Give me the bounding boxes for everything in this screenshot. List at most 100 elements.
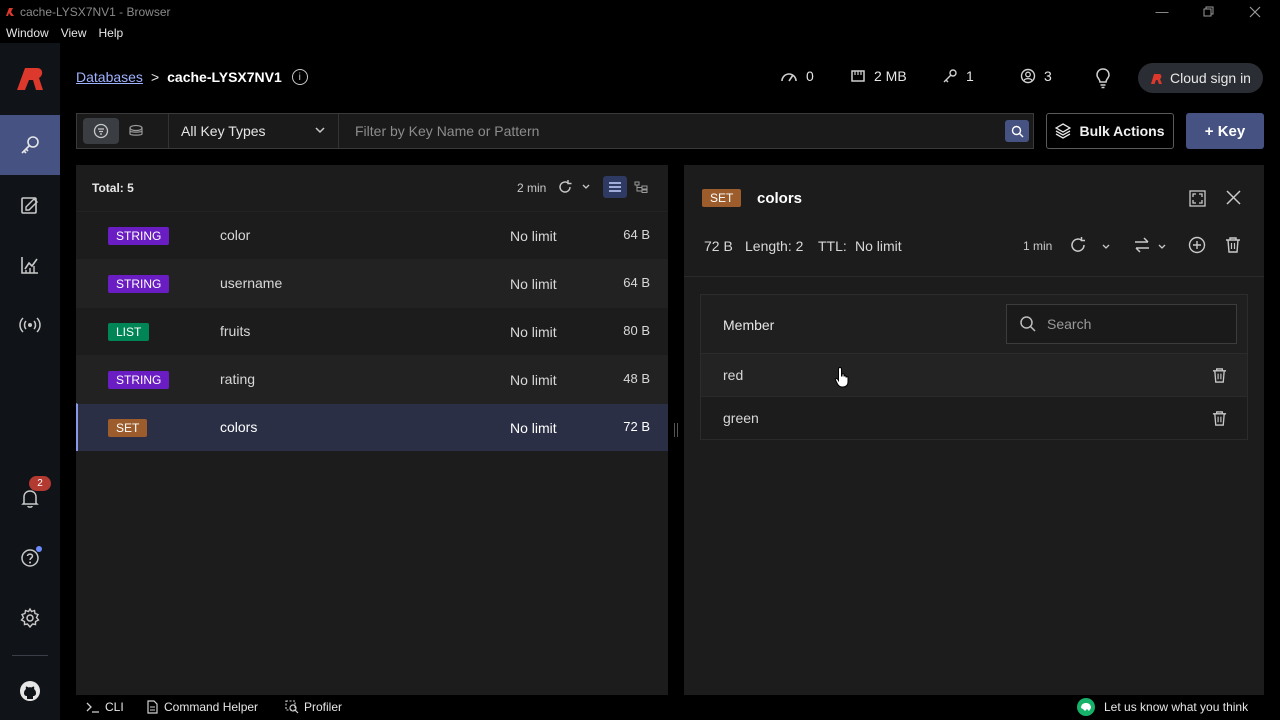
nav-github-icon[interactable] bbox=[0, 661, 60, 720]
member-value: green bbox=[723, 410, 759, 426]
key-name: fruits bbox=[220, 323, 251, 339]
cli-button[interactable]: CLI bbox=[86, 700, 124, 714]
key-size-value: 72 B bbox=[704, 238, 733, 254]
format-switch-icon[interactable] bbox=[1133, 236, 1151, 254]
key-row[interactable]: LIST fruits No limit 80 B bbox=[76, 307, 668, 355]
fullscreen-icon[interactable] bbox=[1189, 190, 1206, 207]
menu-window[interactable]: Window bbox=[6, 26, 49, 40]
window-titlebar: cache-LYSX7NV1 - Browser — bbox=[0, 0, 1280, 23]
key-icon bbox=[943, 69, 957, 83]
restore-icon[interactable] bbox=[1185, 0, 1231, 23]
terminal-icon bbox=[86, 702, 99, 713]
menu-bar: Window View Help bbox=[0, 23, 1280, 43]
close-window-icon[interactable] bbox=[1232, 0, 1278, 23]
member-row[interactable]: green bbox=[701, 397, 1247, 440]
ttl-value[interactable]: No limit bbox=[855, 238, 902, 254]
breadcrumb-databases-link[interactable]: Databases bbox=[76, 69, 143, 85]
member-search-input[interactable]: Search bbox=[1006, 304, 1237, 344]
minimize-icon[interactable]: — bbox=[1139, 0, 1185, 23]
nav-browser-key-icon[interactable] bbox=[0, 115, 60, 175]
nav-help-icon[interactable] bbox=[0, 528, 60, 588]
nav-workbench-icon[interactable] bbox=[0, 175, 60, 235]
nav-notifications-bell-icon[interactable] bbox=[0, 468, 60, 528]
key-type-badge: SET bbox=[108, 419, 148, 437]
key-ttl: No limit bbox=[510, 276, 557, 292]
delete-key-trash-icon[interactable] bbox=[1225, 236, 1241, 254]
stat-ops: 0 bbox=[780, 68, 814, 84]
command-helper-button[interactable]: Command Helper bbox=[146, 700, 258, 714]
nav-analysis-icon[interactable] bbox=[0, 235, 60, 295]
filter-mode-toggle bbox=[77, 114, 169, 148]
filter-by-pattern-icon[interactable] bbox=[83, 118, 119, 144]
key-size: 80 B bbox=[623, 323, 650, 338]
key-ttl: No limit bbox=[510, 324, 557, 340]
database-name: cache-LYSX7NV1 bbox=[167, 69, 282, 85]
profiler-button[interactable]: Profiler bbox=[285, 700, 342, 714]
tree-view-icon[interactable] bbox=[629, 176, 653, 198]
chevron-down-icon bbox=[315, 127, 325, 134]
key-type-badge: SET bbox=[702, 189, 742, 207]
last-refresh-time: 2 min bbox=[517, 181, 547, 195]
member-value: red bbox=[723, 367, 744, 383]
redis-logo-icon[interactable] bbox=[0, 57, 60, 101]
key-filter-bar: All Key Types Filter by Key Name or Patt… bbox=[76, 113, 1034, 149]
refresh-icon[interactable] bbox=[1069, 236, 1087, 254]
nav-settings-gear-icon[interactable] bbox=[0, 588, 60, 648]
cloud-signin-button[interactable]: Cloud sign in bbox=[1138, 63, 1263, 93]
document-icon bbox=[147, 700, 158, 714]
key-ttl: No limit bbox=[510, 228, 557, 244]
menu-help[interactable]: Help bbox=[98, 26, 123, 40]
key-row[interactable]: STRING color No limit 64 B bbox=[76, 211, 668, 259]
members-table-header: Member Search bbox=[701, 295, 1247, 354]
menu-view[interactable]: View bbox=[61, 26, 87, 40]
key-size: 48 B bbox=[623, 371, 650, 386]
key-row[interactable]: STRING rating No limit 48 B bbox=[76, 355, 668, 403]
panel-resize-handle[interactable] bbox=[674, 423, 678, 437]
nav-pubsub-icon[interactable] bbox=[0, 295, 60, 355]
hand-pointer-cursor-icon bbox=[834, 366, 852, 393]
key-size: 72 B bbox=[623, 419, 650, 434]
key-type-badge: STRING bbox=[108, 227, 170, 245]
breadcrumb-separator: > bbox=[150, 69, 160, 85]
chevron-down-icon[interactable] bbox=[581, 181, 591, 191]
key-type-badge: STRING bbox=[108, 275, 170, 293]
page-header: Databases > cache-LYSX7NV1 i 0 2 MB 1 3 … bbox=[60, 43, 1280, 113]
add-key-button[interactable]: + Key bbox=[1186, 113, 1264, 149]
info-icon[interactable]: i bbox=[291, 69, 308, 85]
key-row-selected[interactable]: SET colors No limit 72 B bbox=[76, 403, 668, 451]
refresh-icon[interactable] bbox=[557, 179, 573, 195]
lightbulb-insights-icon[interactable] bbox=[1094, 67, 1112, 94]
chevron-down-icon[interactable] bbox=[1101, 241, 1111, 251]
memory-icon bbox=[851, 70, 865, 82]
delete-member-trash-icon[interactable] bbox=[1212, 410, 1227, 427]
gauge-icon bbox=[781, 73, 797, 82]
key-ttl: No limit bbox=[510, 420, 557, 436]
key-row[interactable]: STRING username No limit 64 B bbox=[76, 259, 668, 307]
user-circle-icon bbox=[1020, 68, 1036, 84]
feedback-link[interactable]: Let us know what you think bbox=[1077, 698, 1248, 716]
layers-icon bbox=[1055, 123, 1072, 139]
stat-clients: 3 bbox=[1020, 68, 1052, 84]
key-search-input[interactable]: Filter by Key Name or Pattern bbox=[339, 114, 1033, 148]
profiler-search-icon bbox=[285, 700, 299, 714]
chevron-down-icon[interactable] bbox=[1157, 241, 1167, 251]
bulk-actions-button[interactable]: Bulk Actions bbox=[1046, 113, 1174, 149]
add-member-icon[interactable] bbox=[1188, 236, 1206, 254]
search-icon[interactable] bbox=[1005, 120, 1029, 142]
stat-keys: 1 bbox=[942, 68, 974, 84]
key-name: rating bbox=[220, 371, 256, 387]
ttl-label: TTL: bbox=[818, 238, 847, 254]
member-row[interactable]: red bbox=[701, 354, 1247, 397]
key-type-select[interactable]: All Key Types bbox=[169, 114, 339, 148]
list-view-icon[interactable] bbox=[603, 176, 627, 198]
total-keys: Total: 5 bbox=[92, 181, 134, 195]
delete-member-trash-icon[interactable] bbox=[1212, 367, 1227, 384]
close-icon[interactable] bbox=[1226, 190, 1241, 205]
app-logo-icon bbox=[4, 6, 16, 18]
window-title: cache-LYSX7NV1 - Browser bbox=[20, 4, 171, 19]
notifications-count-badge: 2 bbox=[29, 476, 51, 491]
key-size: 64 B bbox=[623, 275, 650, 290]
feedback-icon bbox=[1077, 698, 1095, 716]
breadcrumb: Databases > cache-LYSX7NV1 i bbox=[76, 69, 308, 85]
search-by-values-icon[interactable] bbox=[119, 118, 155, 144]
